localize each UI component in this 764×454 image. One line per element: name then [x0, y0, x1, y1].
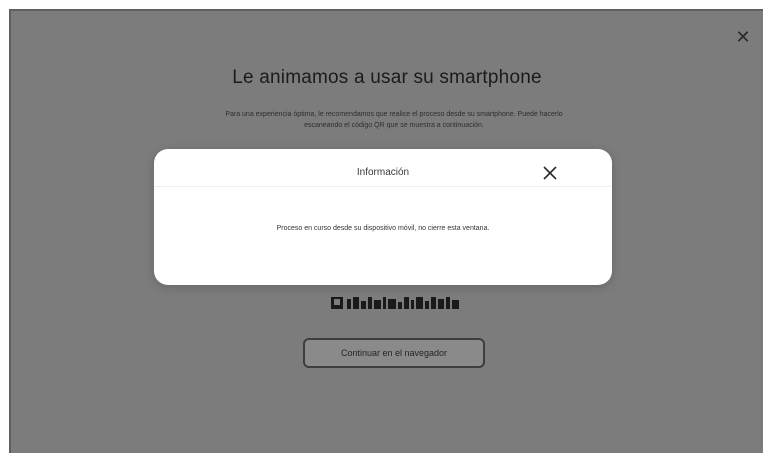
continue-in-browser-button[interactable]: Continuar en el navegador [303, 338, 485, 368]
page-description: Para una experiencia óptima, le recomend… [225, 111, 563, 129]
information-dialog: Información Proceso en curso desde su di… [154, 149, 612, 285]
page-close-icon[interactable]: ✕ [735, 28, 751, 46]
qr-code-image [331, 297, 459, 309]
dialog-message: Proceso en curso desde su dispositivo mó… [276, 225, 490, 232]
dialog-header: Información [154, 149, 612, 187]
close-icon[interactable] [540, 163, 560, 183]
page-title: Le animamos a usar su smartphone [232, 67, 542, 88]
viewport: ✕ Le animamos a usar su smartphone Para … [0, 0, 764, 454]
